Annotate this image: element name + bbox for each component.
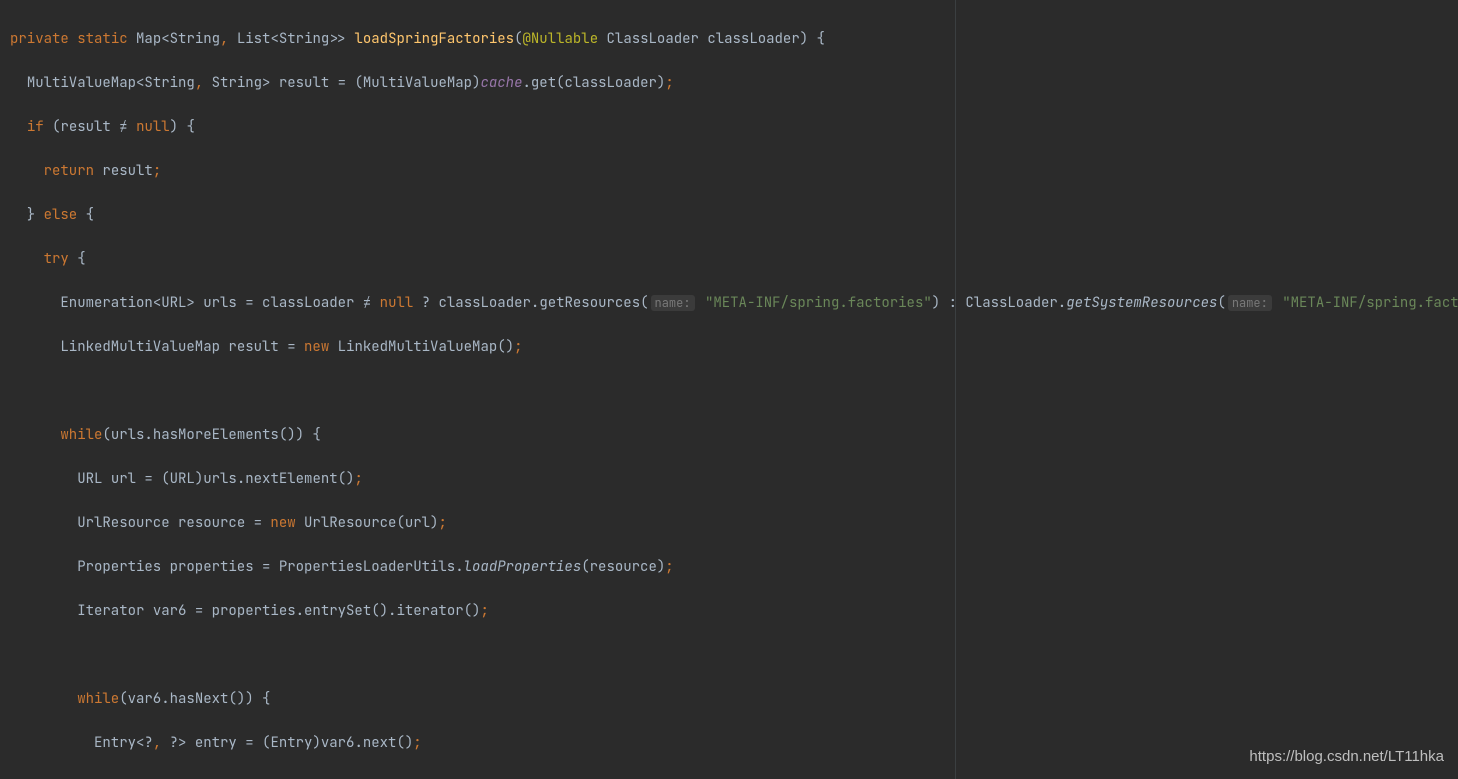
code-line[interactable]: Enumeration<URL> urls = classLoader ≠ nu… bbox=[10, 292, 1458, 314]
annotation-nullable: @Nullable bbox=[523, 30, 599, 48]
keyword-private: private bbox=[10, 30, 69, 48]
param-hint: name: bbox=[1228, 295, 1272, 311]
method-name: loadSpringFactories bbox=[354, 30, 514, 48]
code-line[interactable]: private static Map<String, List<String>>… bbox=[10, 28, 1458, 50]
code-line[interactable]: LinkedMultiValueMap result = new LinkedM… bbox=[10, 336, 1458, 358]
code-line[interactable] bbox=[10, 380, 1458, 402]
param-hint: name: bbox=[651, 295, 695, 311]
code-line[interactable]: Iterator var6 = properties.entrySet().it… bbox=[10, 600, 1458, 622]
code-line[interactable]: while(urls.hasMoreElements()) { bbox=[10, 424, 1458, 446]
code-line[interactable] bbox=[10, 644, 1458, 666]
code-line[interactable]: Entry<?, ?> entry = (Entry)var6.next(); bbox=[10, 732, 1458, 754]
static-field-cache: cache bbox=[480, 74, 522, 92]
code-editor[interactable]: private static Map<String, List<String>>… bbox=[0, 0, 1458, 779]
code-line[interactable]: UrlResource resource = new UrlResource(u… bbox=[10, 512, 1458, 534]
code-line[interactable]: Properties properties = PropertiesLoader… bbox=[10, 556, 1458, 578]
code-line[interactable]: while(var6.hasNext()) { bbox=[10, 688, 1458, 710]
code-line[interactable]: return result; bbox=[10, 160, 1458, 182]
code-line[interactable]: } else { bbox=[10, 204, 1458, 226]
code-line[interactable]: try { bbox=[10, 248, 1458, 270]
keyword-static: static bbox=[77, 30, 127, 48]
watermark-text: https://blog.csdn.net/LT11hka bbox=[1249, 748, 1444, 765]
code-line[interactable]: MultiValueMap<String, String> result = (… bbox=[10, 72, 1458, 94]
code-line[interactable]: URL url = (URL)urls.nextElement(); bbox=[10, 468, 1458, 490]
string-literal: "META-INF/spring.factories" bbox=[705, 294, 932, 312]
code-line[interactable]: if (result ≠ null) { bbox=[10, 116, 1458, 138]
string-literal: "META-INF/spring.factories" bbox=[1282, 294, 1458, 312]
right-margin-guide bbox=[955, 0, 956, 779]
